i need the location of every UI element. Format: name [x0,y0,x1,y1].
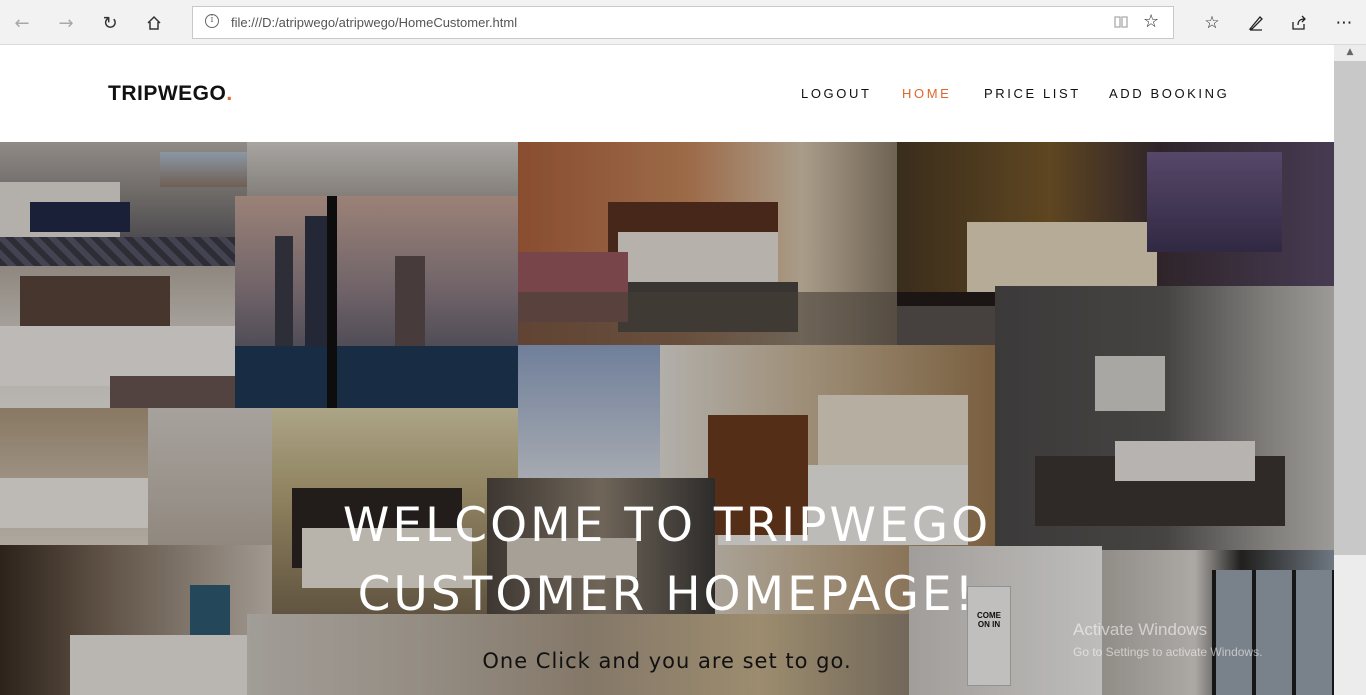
home-icon[interactable] [140,9,168,37]
favorites-icon[interactable]: ☆ [1198,9,1226,37]
reading-view-icon[interactable] [1113,14,1129,30]
favorite-star-icon[interactable]: ☆ [1143,11,1163,32]
more-icon[interactable]: ⋯ [1330,9,1358,37]
page-scrollbar[interactable]: ▲ [1334,45,1366,695]
hero-title-line2: CUSTOMER HOMEPAGE! [357,567,977,622]
share-icon[interactable] [1285,9,1313,37]
scrollbar-thumb[interactable] [1334,61,1366,555]
hero-banner: COME ON IN WELCOME TO TRIPWEGO CUSTOMER … [0,142,1334,695]
address-bar[interactable]: i file:///D:/atripwego/atripwego/HomeCus… [192,6,1174,39]
back-icon[interactable]: ← [8,9,36,37]
nav-add-booking[interactable]: ADD BOOKING [1109,86,1229,101]
nav-price-list[interactable]: PRICE LIST [984,86,1081,101]
nav-logout[interactable]: LOGOUT [801,86,872,101]
scroll-up-icon[interactable]: ▲ [1334,45,1366,59]
site-logo[interactable]: TRIPWEGO. [108,82,233,106]
logo-text: TRIPWEGO [108,82,227,105]
windows-activation-hint: Go to Settings to activate Windows. [1073,645,1263,659]
browser-toolbar: ← → ↻ i file:///D:/atripwego/atripwego/H… [0,0,1366,45]
nav-home[interactable]: HOME [902,86,951,101]
refresh-icon[interactable]: ↻ [96,9,124,37]
pen-icon[interactable] [1242,9,1270,37]
site-header: TRIPWEGO. LOGOUT HOME PRICE LIST ADD BOO… [0,45,1334,142]
forward-icon[interactable]: → [52,9,80,37]
hero-title-line1: WELCOME TO TRIPWEGO [342,498,992,553]
logo-dot: . [226,82,233,105]
info-icon[interactable]: i [205,14,219,28]
windows-activation-watermark: Activate Windows [1073,620,1208,639]
url-text[interactable]: file:///D:/atripwego/atripwego/HomeCusto… [231,15,517,30]
